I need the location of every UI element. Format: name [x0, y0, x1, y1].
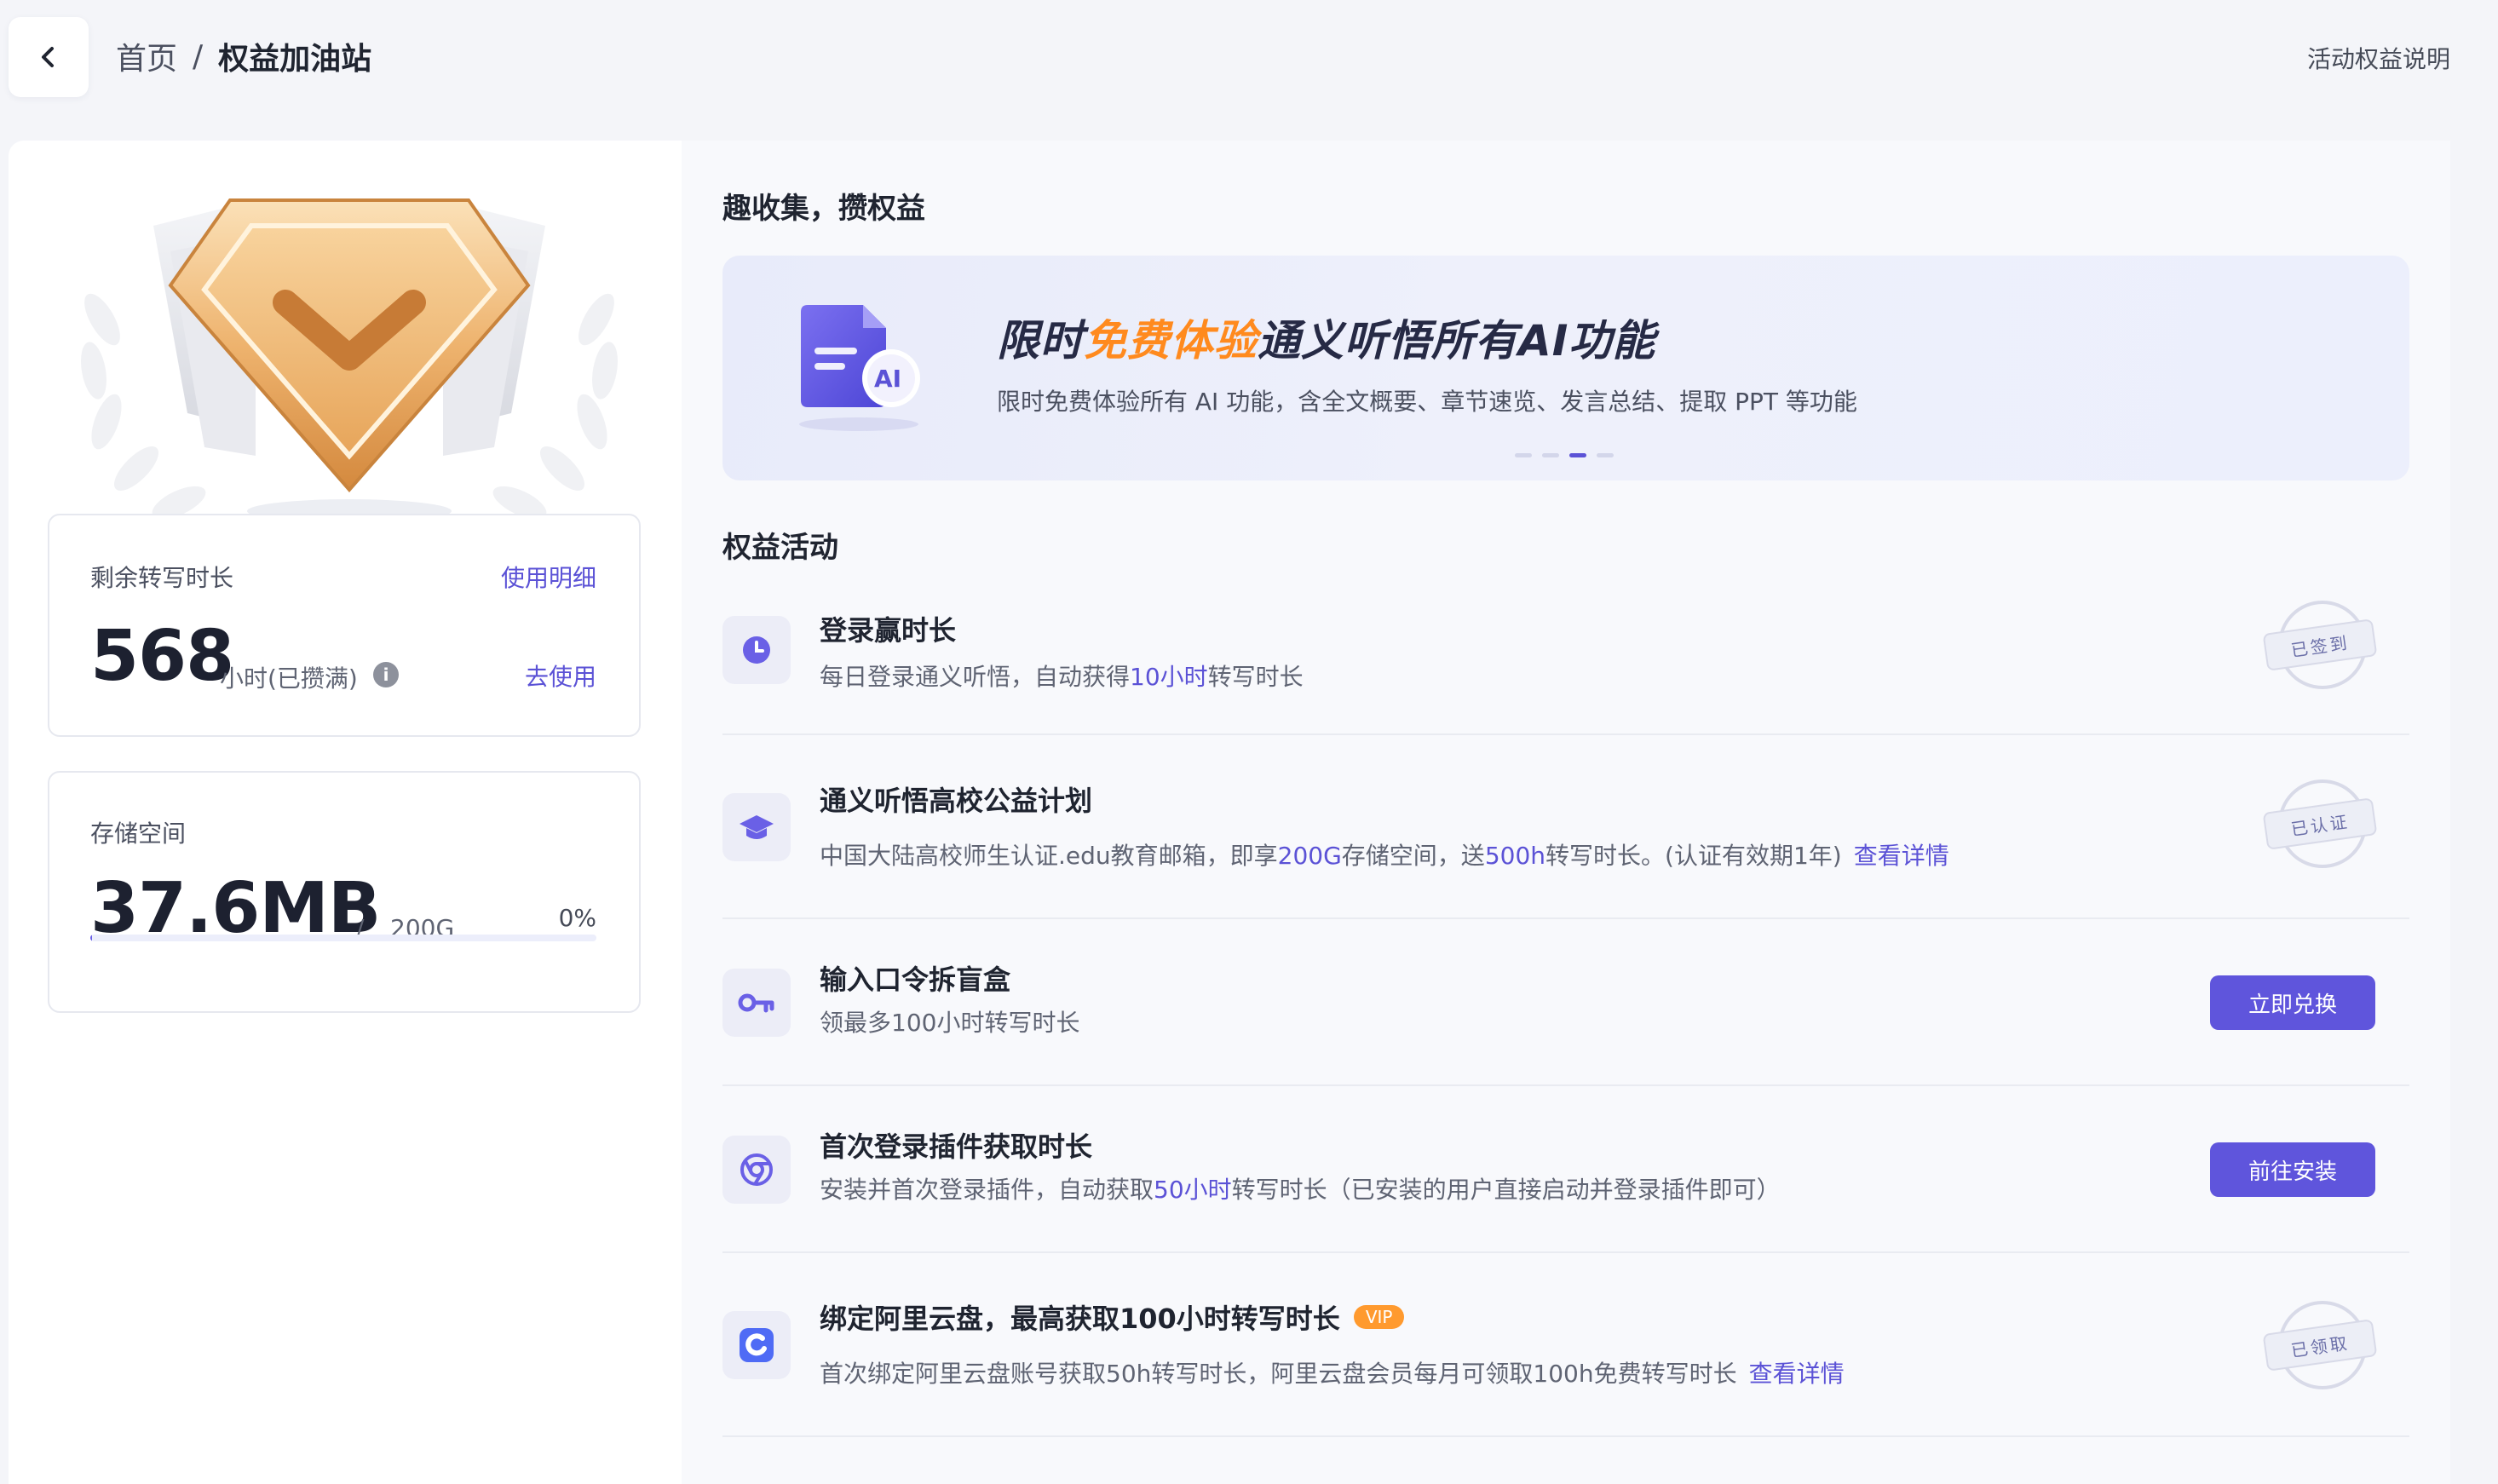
signed-in-stamp: 已签到: [2262, 601, 2378, 694]
activity-desc-text: 存储空间，送: [1341, 842, 1485, 870]
back-button[interactable]: [9, 17, 89, 97]
activity-desc-text: 每日登录通义听悟，自动获得: [820, 663, 1131, 691]
remaining-hours-card: 剩余转写时长 使用明细 568 小时(已攒满) i 去使用: [48, 514, 641, 737]
activity-row-code: 输入口令拆盲盒 领最多100小时转写时长 立即兑换: [722, 919, 2409, 1086]
clock-icon: [722, 616, 791, 684]
key-icon: [722, 969, 791, 1037]
banner-title-suffix: 通义听悟所有AI功能: [1258, 316, 1656, 365]
remaining-hours-value: 568: [90, 616, 234, 697]
activity-row-plugin: 首次登录插件获取时长 安装并首次登录插件，自动获取50小时转写时长（已安装的用户…: [722, 1086, 2409, 1253]
activity-title: 输入口令拆盲盒: [820, 963, 1011, 996]
activity-desc-highlight: 500h: [1484, 842, 1546, 870]
activity-desc: 首次绑定阿里云盘账号获取50h转写时长，阿里云盘会员每月可领取100h免费转写时…: [820, 1355, 1845, 1389]
activity-list: 登录赢时长 每日登录通义听悟，自动获得10小时转写时长 已签到 通义听悟高校公益…: [722, 590, 2409, 1437]
storage-card: 存储空间 37.6MB / 200G 0%: [48, 771, 641, 1013]
collect-section-title: 趣收集，攒权益: [722, 192, 925, 226]
banner-dot[interactable]: [1542, 453, 1559, 457]
activity-title: 首次登录插件获取时长: [820, 1130, 1093, 1163]
activities-section-title: 权益活动: [722, 531, 838, 565]
chevron-left-icon: [42, 47, 54, 67]
left-panel: 剩余转写时长 使用明细 568 小时(已攒满) i 去使用 存储空间 37.6M…: [9, 141, 682, 1484]
page-title: 权益加油站: [218, 42, 372, 77]
activity-desc: 安装并首次登录插件，自动获取50小时转写时长（已安装的用户直接启动并登录插件即可…: [820, 1171, 1781, 1205]
activity-desc-text: 安装并首次登录插件，自动获取: [820, 1176, 1154, 1204]
activity-desc-highlight: 10小时: [1130, 663, 1208, 691]
storage-progress-fill: [90, 935, 92, 941]
redeem-button[interactable]: 立即兑换: [2210, 975, 2375, 1030]
activity-desc-highlight: 200G: [1277, 842, 1342, 870]
banner-dot-active[interactable]: [1569, 453, 1586, 457]
activity-desc-highlight: 50小时: [1154, 1176, 1232, 1204]
graduation-cap-icon: [722, 793, 791, 861]
activity-rules-link[interactable]: 活动权益说明: [2307, 41, 2450, 75]
activity-desc: 中国大陆高校师生认证.edu教育邮箱，即享200G存储空间，送500h转写时长。…: [820, 837, 1949, 871]
banner-title-prefix: 限时: [997, 316, 1084, 365]
ai-doc-label: AI: [874, 365, 902, 393]
browser-plugin-icon: [722, 1136, 791, 1204]
right-panel: 趣收集，攒权益 AI 限时免费体验通义听悟所有AI功能 限时免费体验所有 AI …: [682, 141, 2450, 1484]
banner-title-highlight: 免费体验: [1084, 316, 1258, 365]
banner-subtitle: 限时免费体验所有 AI 功能，含全文概要、章节速览、发言总结、提取 PPT 等功…: [997, 388, 1857, 416]
activity-title-text: 绑定阿里云盘，最高获取100小时转写时长: [820, 1303, 1340, 1335]
activity-row-aliyun: 绑定阿里云盘，最高获取100小时转写时长 VIP 首次绑定阿里云盘账号获取50h转…: [722, 1253, 2409, 1437]
breadcrumb: 首页 / 权益加油站: [116, 32, 371, 80]
aliyun-drive-icon: [722, 1311, 791, 1379]
banner-dot[interactable]: [1597, 453, 1614, 457]
storage-progress-bar: [90, 935, 596, 941]
install-button[interactable]: 前往安装: [2210, 1142, 2375, 1197]
banner-title: 限时免费体验通义听悟所有AI功能: [997, 307, 1655, 368]
info-icon[interactable]: i: [373, 662, 399, 687]
claimed-stamp: 已领取: [2262, 1301, 2378, 1395]
activity-desc-text: 转写时长（已安装的用户直接启动并登录插件即可）: [1231, 1176, 1781, 1204]
breadcrumb-separator: /: [193, 38, 204, 74]
remaining-hours-label: 剩余转写时长: [90, 564, 234, 592]
breadcrumb-home[interactable]: 首页: [116, 34, 177, 78]
verified-stamp: 已认证: [2262, 779, 2378, 873]
activity-desc: 每日登录通义听悟，自动获得10小时转写时长: [820, 659, 1304, 693]
activity-desc-text: 首次绑定阿里云盘账号获取50h转写时长，阿里云盘会员每月可领取100h免费转写时…: [820, 1360, 1737, 1388]
usage-detail-link[interactable]: 使用明细: [501, 560, 596, 594]
view-details-link[interactable]: 查看详情: [1749, 1360, 1845, 1388]
activity-title: 登录赢时长: [820, 614, 957, 647]
promo-banner[interactable]: AI 限时免费体验通义听悟所有AI功能 限时免费体验所有 AI 功能，含全文概要…: [722, 256, 2409, 480]
activity-desc-text: 中国大陆高校师生认证.edu教育邮箱，即享: [820, 842, 1278, 870]
vip-badge: VIP: [1353, 1305, 1405, 1329]
banner-dot[interactable]: [1515, 453, 1532, 457]
activity-desc-text: 转写时长: [1207, 663, 1304, 691]
view-details-link[interactable]: 查看详情: [1854, 842, 1949, 870]
go-use-link[interactable]: 去使用: [525, 659, 596, 693]
ai-document-icon: [799, 305, 920, 431]
activity-title: 绑定阿里云盘，最高获取100小时转写时长 VIP: [820, 1297, 1405, 1337]
storage-percent: 0%: [558, 904, 596, 932]
banner-pagination: [1515, 453, 1614, 457]
storage-label: 存储空间: [90, 820, 187, 848]
activity-title: 通义听悟高校公益计划: [820, 785, 1093, 817]
activity-desc: 领最多100小时转写时长: [820, 1009, 1080, 1037]
activity-desc-text: 转写时长。(认证有效期1年): [1545, 842, 1842, 870]
activity-row-campus: 通义听悟高校公益计划 中国大陆高校师生认证.edu教育邮箱，即享200G存储空间…: [722, 735, 2409, 919]
remaining-hours-unit: 小时(已攒满): [220, 664, 358, 693]
activity-row-login: 登录赢时长 每日登录通义听悟，自动获得10小时转写时长 已签到: [722, 590, 2409, 735]
